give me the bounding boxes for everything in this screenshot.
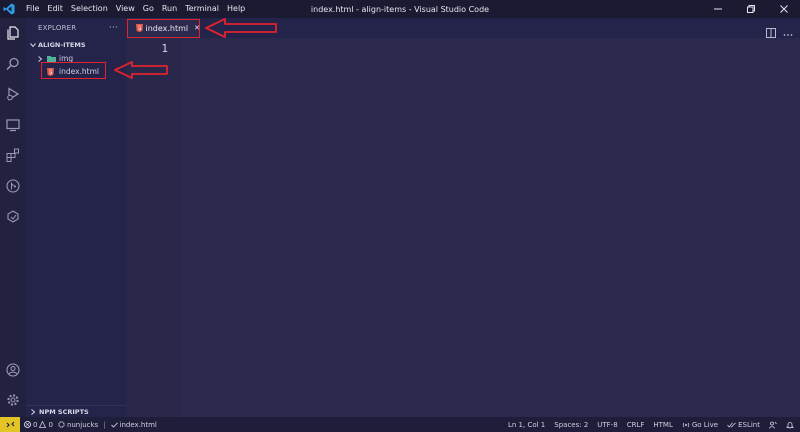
broadcast-icon	[682, 421, 690, 429]
file-check-label: index.html	[119, 420, 157, 429]
menu-edit[interactable]: Edit	[43, 0, 67, 18]
more-actions-icon[interactable]: ···	[109, 23, 118, 33]
workspace-title: ALIGN-ITEMS	[38, 41, 86, 49]
line-number-gutter: 1	[126, 38, 182, 417]
status-right: Ln 1, Col 1 Spaces: 2 UTF-8 CRLF HTML Go…	[508, 417, 794, 432]
menu-view[interactable]: View	[112, 0, 139, 18]
file-check-status[interactable]: index.html	[110, 420, 157, 429]
warning-icon	[39, 421, 47, 428]
bell-icon[interactable]	[786, 421, 794, 429]
extensions-icon[interactable]	[4, 146, 22, 164]
arrow-to-tab-icon	[205, 18, 277, 38]
split-editor-icon[interactable]	[766, 23, 776, 38]
separator: |	[103, 420, 106, 429]
menu-selection[interactable]: Selection	[67, 0, 112, 18]
encoding[interactable]: UTF-8	[597, 421, 617, 429]
close-window-icon[interactable]	[767, 0, 800, 18]
menu-run[interactable]: Run	[158, 0, 181, 18]
vscode-window: File Edit Selection View Go Run Terminal…	[0, 0, 800, 432]
feedback-icon[interactable]	[769, 421, 777, 429]
more-actions-icon[interactable]	[783, 24, 793, 36]
error-icon	[24, 421, 31, 428]
editor-area[interactable]: 1	[126, 38, 800, 417]
remote-indicator-icon[interactable]	[0, 417, 20, 432]
npm-scripts-section[interactable]: NPM SCRIPTS	[26, 405, 126, 417]
menu-file[interactable]: File	[22, 0, 43, 18]
cursor-position[interactable]: Ln 1, Col 1	[508, 421, 545, 429]
explorer-icon[interactable]	[4, 24, 22, 42]
error-count: 0	[33, 420, 38, 429]
go-live-button[interactable]: Go Live	[682, 421, 718, 429]
warning-count: 0	[48, 420, 53, 429]
restore-icon[interactable]	[734, 0, 767, 18]
go-live-label: Go Live	[691, 420, 719, 429]
window-controls	[701, 0, 800, 18]
accounts-icon[interactable]	[4, 361, 22, 379]
search-icon[interactable]	[4, 55, 22, 73]
chevron-down-icon	[30, 42, 38, 48]
run-debug-icon[interactable]	[4, 85, 22, 103]
menu-go[interactable]: Go	[139, 0, 158, 18]
indentation[interactable]: Spaces: 2	[554, 421, 588, 429]
tab-highlight-box	[127, 19, 200, 38]
chevron-right-icon	[37, 55, 47, 62]
title-bar: File Edit Selection View Go Run Terminal…	[0, 0, 800, 18]
settings-gear-icon[interactable]	[4, 391, 22, 409]
npm-scripts-title: NPM SCRIPTS	[39, 407, 89, 416]
check-icon	[110, 421, 118, 428]
explorer-title: EXPLORER	[38, 24, 77, 32]
problems-indicator[interactable]: 0 0	[24, 421, 53, 429]
menu-help[interactable]: Help	[223, 0, 249, 18]
status-bar: 0 0 nunjucks | index.html Ln 1, Col 1 Sp…	[0, 417, 800, 432]
workspace-section[interactable]: ALIGN-ITEMS	[26, 38, 126, 52]
eslint-label: ESLint	[738, 420, 760, 429]
eslint-status[interactable]: ESLint	[727, 421, 760, 429]
gitlens-icon[interactable]	[4, 177, 22, 195]
live-share-icon[interactable]	[4, 208, 22, 226]
chevron-right-icon	[30, 408, 39, 415]
gear-icon	[58, 421, 65, 428]
menu-terminal[interactable]: Terminal	[181, 0, 223, 18]
vscode-logo-icon[interactable]	[0, 0, 18, 18]
double-check-icon	[727, 422, 736, 428]
line-ending[interactable]: CRLF	[627, 421, 645, 429]
explorer-header: EXPLORER ···	[26, 18, 126, 38]
activity-bar	[0, 18, 26, 417]
nunjucks-status[interactable]: nunjucks	[58, 421, 98, 429]
language-mode[interactable]: HTML	[653, 421, 672, 429]
menu-bar: File Edit Selection View Go Run Terminal…	[22, 0, 249, 18]
arrow-to-file-icon	[114, 61, 168, 79]
status-left: 0 0 nunjucks | index.html	[24, 421, 157, 429]
file-highlight-box	[41, 62, 106, 79]
remote-explorer-icon[interactable]	[4, 116, 22, 134]
line-number: 1	[161, 42, 168, 55]
nunjucks-label: nunjucks	[66, 420, 99, 429]
minimize-icon[interactable]	[701, 0, 734, 18]
